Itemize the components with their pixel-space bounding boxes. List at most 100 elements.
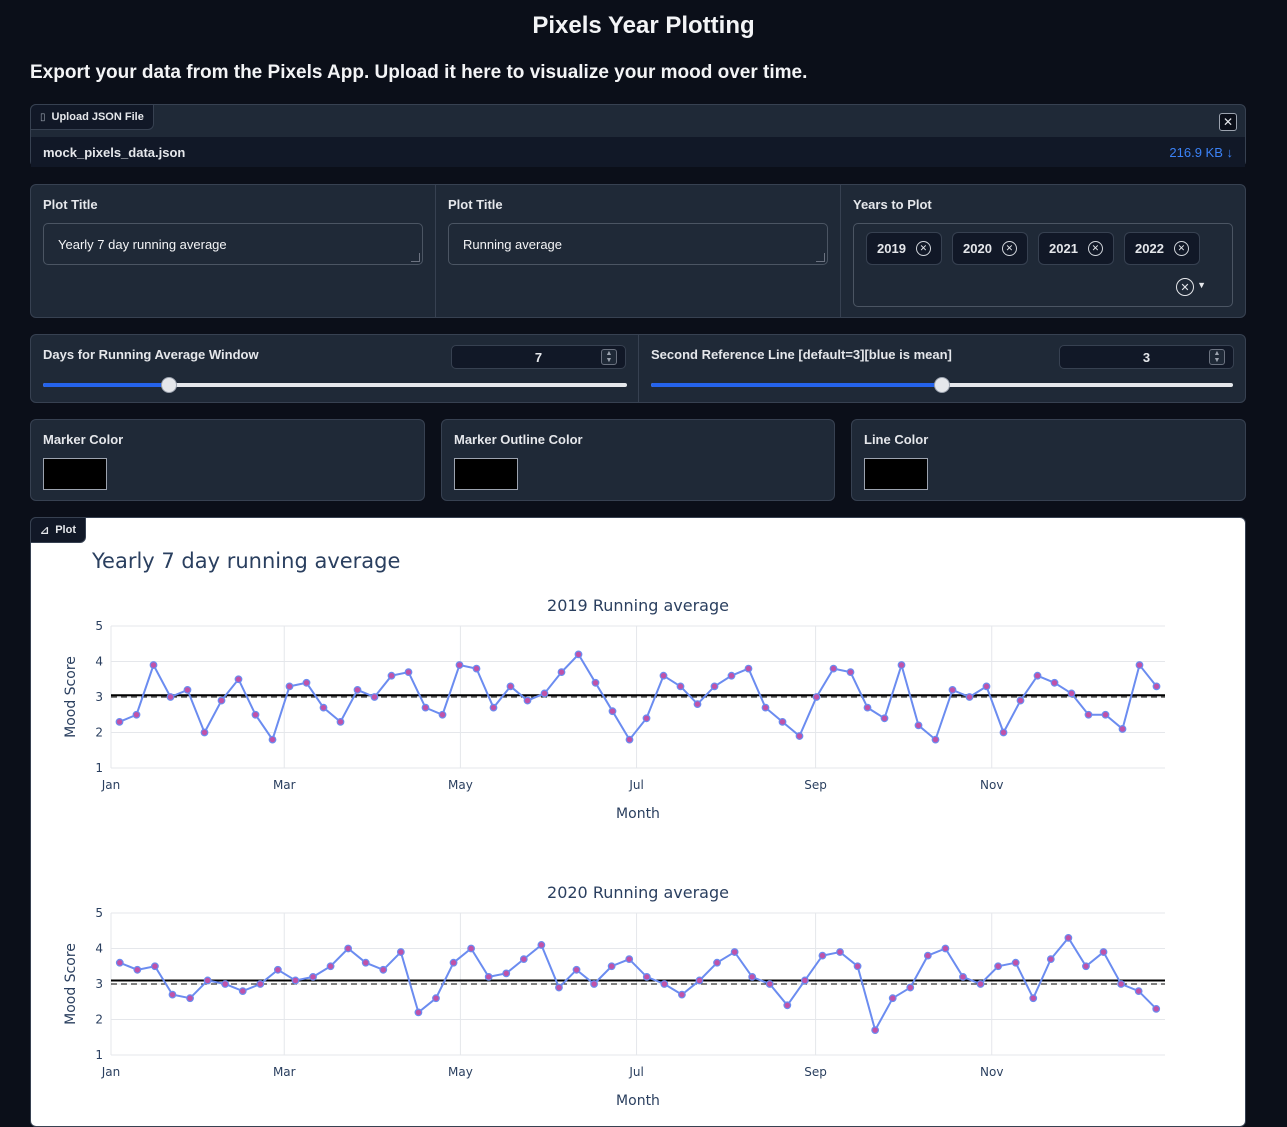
y-tick-label: 2 [95,726,103,740]
data-point [132,710,141,719]
data-point [302,678,311,687]
data-point [217,696,226,705]
year-chip[interactable]: 2022 ✕ [1124,232,1200,265]
data-point [370,693,379,701]
remove-chip-icon[interactable]: ✕ [1173,241,1189,256]
x-tick-label: Mar [273,778,296,792]
file-size-download-link[interactable]: 216.9 KB ↓ [1169,145,1233,160]
data-point [888,994,897,1003]
data-point [519,955,528,964]
data-point [203,976,212,985]
data-point [115,717,124,726]
data-point [186,994,194,1003]
data-point [625,735,634,744]
data-point [765,980,774,988]
spinner-icon[interactable]: ▲ ▼ [601,349,617,365]
subplot-title-label: Plot Title [448,197,503,212]
data-point [778,717,787,726]
data-point [344,944,353,953]
clear-all-icon[interactable]: ✕ [1176,278,1194,296]
y-axis-label: Mood Score [63,656,79,738]
y-tick-label: 4 [95,655,103,669]
x-tick-label: Sep [804,1065,827,1079]
data-point [607,962,616,971]
window-number-input[interactable]: 7 ▲ ▼ [451,345,626,369]
data-point [1016,696,1025,705]
window-slider-thumb[interactable] [160,377,177,393]
data-point [836,948,844,956]
data-point [291,976,300,985]
plot-title-label: Plot Title [43,197,98,212]
data-point [166,693,175,701]
data-point [761,703,770,712]
data-point [923,951,932,960]
marker-color-picker[interactable] [43,458,107,490]
data-point [710,682,719,691]
spinner-icon[interactable]: ▲ ▼ [1209,349,1225,365]
year-chip[interactable]: 2021 ✕ [1038,232,1114,265]
ref-slider-panel: Second Reference Line [default=3][blue i… [639,335,1245,402]
data-point [906,983,915,992]
data-point [1011,958,1020,967]
chart-icon: ⊿ [40,524,50,537]
year-chip-label: 2021 [1049,241,1078,256]
year-chip-label: 2020 [963,241,992,256]
year-chip[interactable]: 2019 ✕ [866,232,942,265]
window-slider-panel: Days for Running Average Window 7 ▲ ▼ [31,335,639,402]
data-point [234,675,243,684]
data-point [730,948,739,956]
file-name: mock_pixels_data.json [43,144,186,160]
years-label: Years to Plot [853,197,932,212]
data-point [914,721,923,730]
data-point [574,650,583,659]
year-chip-label: 2019 [877,241,906,256]
sliders-row: Days for Running Average Window 7 ▲ ▼ Sec… [30,334,1246,403]
y-tick-label: 1 [95,761,103,775]
data-point [812,693,821,701]
data-point [660,980,669,988]
plot-title-input[interactable]: Yearly 7 day running average [43,223,423,265]
data-point [744,664,753,673]
line-color-picker[interactable] [864,458,928,490]
clear-file-button[interactable]: ✕ [1219,113,1237,131]
data-point [183,685,192,694]
data-point [941,944,950,953]
ref-number-input[interactable]: 3 ▲ ▼ [1059,345,1234,369]
data-point [695,976,704,985]
data-point [965,693,974,701]
ref-slider-track[interactable] [651,377,1233,393]
y-tick-label: 1 [95,1048,103,1062]
data-point [455,661,464,669]
remove-chip-icon[interactable]: ✕ [1087,241,1103,256]
data-point [976,980,985,988]
dropdown-caret-icon[interactable]: ▼ [1197,280,1206,290]
data-point [642,973,651,981]
data-point [1046,955,1055,964]
data-point [1082,962,1090,971]
ref-slider-thumb[interactable] [934,377,950,393]
data-point [484,973,493,981]
year-chip[interactable]: 2020 ✕ [952,232,1028,265]
file-icon: ▯ [40,111,46,123]
years-multiselect[interactable]: 2019 ✕ 2020 ✕ 2021 ✕ 2022 ✕ ✕ ▼ [853,223,1233,307]
x-tick-label: Jan [101,778,121,792]
y-tick-label: 3 [95,690,103,704]
subplot-title: 2020 Running average [547,883,729,902]
year-chip-label: 2022 [1135,241,1164,256]
remove-chip-icon[interactable]: ✕ [915,241,931,256]
data-point [572,965,581,974]
data-point [931,735,940,744]
window-slider-track[interactable] [43,377,627,393]
outline-color-picker[interactable] [454,458,518,490]
data-point [540,689,549,698]
upload-block[interactable]: ▯ Upload JSON File ✕ mock_pixels_data.js… [30,104,1246,167]
data-point [1101,710,1110,719]
data-point [133,965,142,974]
data-point [268,735,277,744]
remove-chip-icon[interactable]: ✕ [1001,241,1017,256]
data-point [659,671,668,680]
data-point [200,728,209,737]
x-axis-label: Month [616,1093,660,1109]
data-point [1152,682,1161,691]
subplot-title-input[interactable]: Running average [448,223,828,265]
